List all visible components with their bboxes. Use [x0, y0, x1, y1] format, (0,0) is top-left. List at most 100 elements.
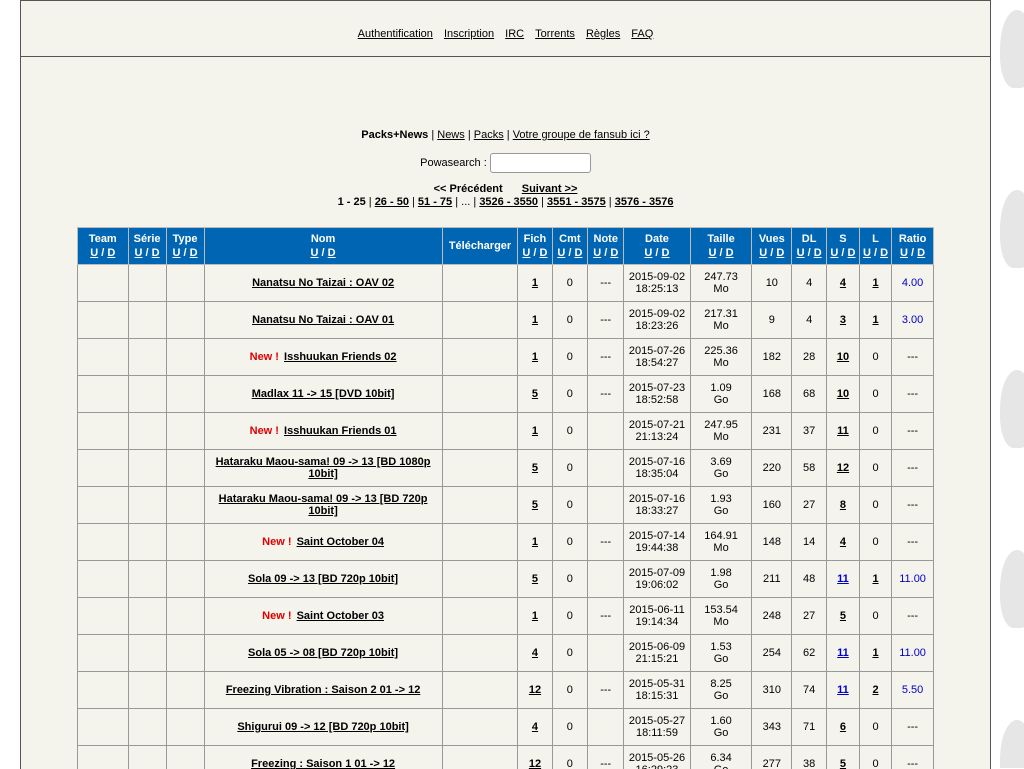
pack-name-link[interactable]: Hataraku Maou-sama! 09 -> 13 [BD 1080p 1…	[216, 456, 431, 480]
pack-name-link[interactable]: Madlax 11 -> 15 [DVD 10bit]	[252, 388, 395, 400]
cell-download[interactable]	[442, 450, 518, 487]
nav-link-regles[interactable]: Règles	[586, 28, 620, 40]
files-count-link[interactable]: 12	[529, 758, 541, 769]
seeders-link[interactable]: 12	[837, 462, 849, 474]
nav-link-auth[interactable]: Authentification	[358, 28, 433, 40]
leechers-link[interactable]: 1	[872, 314, 878, 326]
pack-name-link[interactable]: Sola 05 -> 08 [BD 720p 10bit]	[248, 647, 398, 659]
seeders-link[interactable]: 5	[840, 758, 846, 769]
pack-name-link[interactable]: Isshuukan Friends 02	[284, 351, 396, 363]
pack-name-link[interactable]: Freezing : Saison 1 01 -> 12	[251, 758, 395, 769]
search-input[interactable]	[490, 153, 591, 173]
seeders-link[interactable]: 10	[837, 351, 849, 363]
pack-name-link[interactable]: Shigurui 09 -> 12 [BD 720p 10bit]	[237, 721, 408, 733]
cell-download[interactable]	[442, 487, 518, 524]
sort-up-link[interactable]: U	[863, 247, 871, 259]
pack-name-link[interactable]: Saint October 04	[297, 536, 384, 548]
nav-link-inscription[interactable]: Inscription	[444, 28, 494, 40]
page-link[interactable]: 26 - 50	[375, 196, 409, 208]
cell-download[interactable]	[442, 376, 518, 413]
seeders-link[interactable]: 4	[840, 536, 846, 548]
files-count-link[interactable]: 5	[532, 388, 538, 400]
cell-download[interactable]	[442, 598, 518, 635]
pack-name-link[interactable]: Saint October 03	[297, 610, 384, 622]
next-page-link[interactable]: Suivant >>	[522, 183, 578, 195]
page-link[interactable]: 3526 - 3550	[479, 196, 538, 208]
sort-up-link[interactable]: U	[797, 247, 805, 259]
pack-name-link[interactable]: Sola 09 -> 13 [BD 720p 10bit]	[248, 573, 398, 585]
sort-up-link[interactable]: U	[830, 247, 838, 259]
menu-link-fansub[interactable]: Votre groupe de fansub ici ?	[513, 129, 650, 141]
leechers-link[interactable]: 1	[872, 647, 878, 659]
pack-name-link[interactable]: Isshuukan Friends 01	[284, 425, 396, 437]
sort-down-link[interactable]: D	[107, 247, 115, 259]
seeders-link[interactable]: 11	[837, 647, 849, 659]
leechers-link[interactable]: 1	[872, 573, 878, 585]
sort-down-link[interactable]: D	[328, 247, 336, 259]
sort-down-link[interactable]: D	[776, 247, 784, 259]
menu-link-news[interactable]: News	[437, 129, 465, 141]
files-count-link[interactable]: 1	[532, 314, 538, 326]
files-count-link[interactable]: 1	[532, 277, 538, 289]
sort-up-link[interactable]: U	[135, 247, 143, 259]
sort-down-link[interactable]: D	[152, 247, 160, 259]
sort-down-link[interactable]: D	[662, 247, 670, 259]
sort-down-link[interactable]: D	[848, 247, 856, 259]
pack-name-link[interactable]: Hataraku Maou-sama! 09 -> 13 [BD 720p 10…	[219, 493, 428, 517]
sort-down-link[interactable]: D	[540, 247, 548, 259]
menu-link-packs[interactable]: Packs	[474, 129, 504, 141]
sort-down-link[interactable]: D	[610, 247, 618, 259]
seeders-link[interactable]: 10	[837, 388, 849, 400]
sort-up-link[interactable]: U	[90, 247, 98, 259]
cell-download[interactable]	[442, 746, 518, 769]
sort-up-link[interactable]: U	[900, 247, 908, 259]
seeders-link[interactable]: 4	[840, 277, 846, 289]
files-count-link[interactable]: 4	[532, 721, 538, 733]
cell-download[interactable]	[442, 709, 518, 746]
seeders-link[interactable]: 11	[837, 425, 849, 437]
cell-download[interactable]	[442, 672, 518, 709]
page-link[interactable]: 3551 - 3575	[547, 196, 606, 208]
leechers-link[interactable]: 1	[872, 277, 878, 289]
files-count-link[interactable]: 5	[532, 573, 538, 585]
seeders-link[interactable]: 11	[837, 573, 849, 585]
files-count-link[interactable]: 1	[532, 610, 538, 622]
files-count-link[interactable]: 4	[532, 647, 538, 659]
sort-down-link[interactable]: D	[726, 247, 734, 259]
files-count-link[interactable]: 5	[532, 462, 538, 474]
files-count-link[interactable]: 1	[532, 351, 538, 363]
seeders-link[interactable]: 8	[840, 499, 846, 511]
cell-download[interactable]	[442, 413, 518, 450]
seeders-link[interactable]: 3	[840, 314, 846, 326]
cell-download[interactable]	[442, 635, 518, 672]
cell-download[interactable]	[442, 561, 518, 598]
leechers-link[interactable]: 2	[872, 684, 878, 696]
seeders-link[interactable]: 5	[840, 610, 846, 622]
page-link[interactable]: 51 - 75	[418, 196, 452, 208]
files-count-link[interactable]: 1	[532, 536, 538, 548]
sort-down-link[interactable]: D	[917, 247, 925, 259]
seeders-link[interactable]: 11	[837, 684, 849, 696]
cell-download[interactable]	[442, 265, 518, 302]
nav-link-irc[interactable]: IRC	[505, 28, 524, 40]
cell-download[interactable]	[442, 524, 518, 561]
sort-down-link[interactable]: D	[574, 247, 582, 259]
sort-up-link[interactable]: U	[522, 247, 530, 259]
pack-name-link[interactable]: Nanatsu No Taizai : OAV 02	[252, 277, 394, 289]
sort-down-link[interactable]: D	[190, 247, 198, 259]
pack-name-link[interactable]: Freezing Vibration : Saison 2 01 -> 12	[226, 684, 421, 696]
nav-link-faq[interactable]: FAQ	[631, 28, 653, 40]
sort-up-link[interactable]: U	[173, 247, 181, 259]
sort-up-link[interactable]: U	[593, 247, 601, 259]
nav-link-torrents[interactable]: Torrents	[535, 28, 575, 40]
sort-down-link[interactable]: D	[880, 247, 888, 259]
sort-up-link[interactable]: U	[759, 247, 767, 259]
files-count-link[interactable]: 12	[529, 684, 541, 696]
seeders-link[interactable]: 6	[840, 721, 846, 733]
cell-download[interactable]	[442, 339, 518, 376]
sort-up-link[interactable]: U	[644, 247, 652, 259]
page-link[interactable]: 3576 - 3576	[615, 196, 674, 208]
sort-up-link[interactable]: U	[311, 247, 319, 259]
files-count-link[interactable]: 1	[532, 425, 538, 437]
files-count-link[interactable]: 5	[532, 499, 538, 511]
